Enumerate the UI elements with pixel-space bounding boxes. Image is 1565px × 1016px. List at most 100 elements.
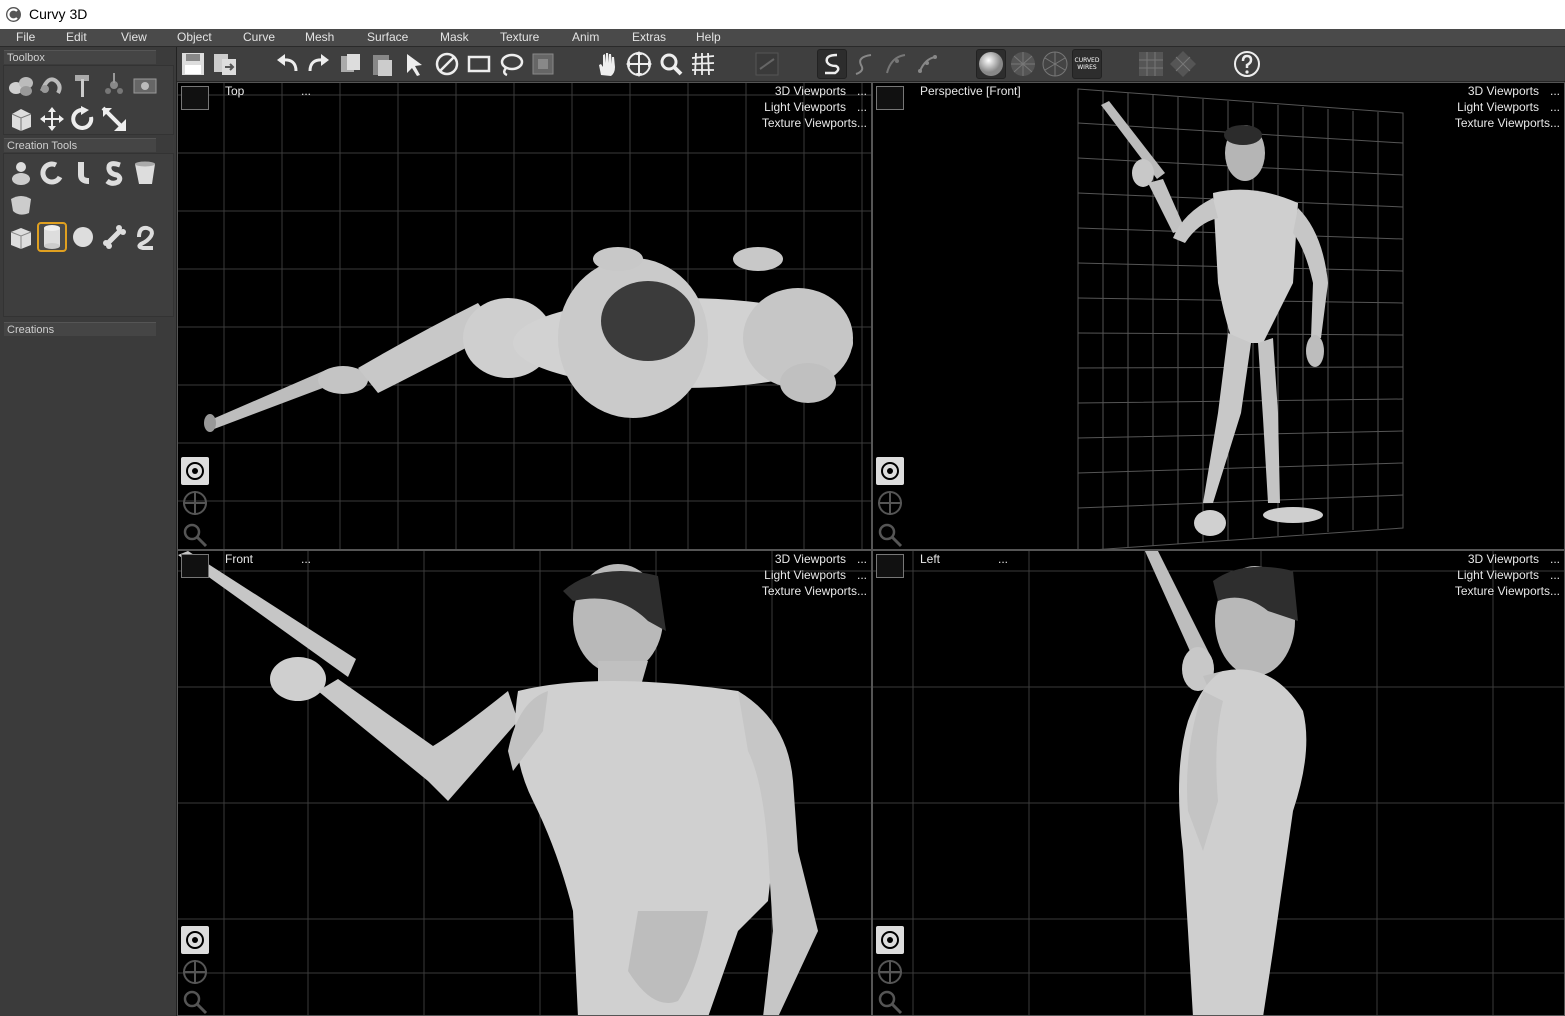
- blobs-tool-icon[interactable]: [6, 70, 36, 100]
- shaded-mode-icon[interactable]: [976, 49, 1006, 79]
- menu-mask[interactable]: Mask: [440, 30, 469, 44]
- viewport-menu-button[interactable]: [181, 86, 209, 110]
- redo-icon[interactable]: [304, 49, 334, 79]
- viewport-left-options[interactable]: ...: [998, 552, 1008, 566]
- viewport-left-3d-menu[interactable]: 3D Viewports: [1468, 552, 1539, 566]
- viewport-left-texture-menu[interactable]: Texture Viewports...: [1455, 584, 1560, 598]
- zoom-icon[interactable]: [656, 49, 686, 79]
- grid-icon[interactable]: [688, 49, 718, 79]
- scale-tool-icon[interactable]: [99, 104, 129, 134]
- pan-hand-icon[interactable]: [592, 49, 622, 79]
- curved-wires-button[interactable]: CURVED WIRES: [1072, 49, 1102, 79]
- menu-texture[interactable]: Texture: [500, 30, 539, 44]
- zoom-nav-icon[interactable]: [180, 987, 210, 1015]
- curl-tool-icon[interactable]: [37, 158, 67, 188]
- viewport-front-3d-menu[interactable]: 3D Viewports: [775, 552, 846, 566]
- viewport-top[interactable]: Top ... 3D Viewports ... Light Viewports…: [177, 82, 872, 550]
- lasso-select-icon[interactable]: [496, 49, 526, 79]
- orbit-nav-icon[interactable]: [875, 488, 905, 518]
- zoom-nav-icon[interactable]: [875, 520, 905, 549]
- paste-icon[interactable]: [368, 49, 398, 79]
- menu-edit[interactable]: Edit: [66, 30, 87, 44]
- symmetry-grid-icon[interactable]: [1168, 49, 1198, 79]
- viewport-left[interactable]: Left ... 3D Viewports ... Light Viewport…: [872, 550, 1565, 1016]
- viewport-perspective[interactable]: Perspective [Front] 3D Viewports ... Lig…: [872, 82, 1565, 550]
- zoom-nav-icon[interactable]: [180, 520, 210, 549]
- sphere-primitive-icon[interactable]: [68, 222, 98, 252]
- menu-view[interactable]: View: [121, 30, 147, 44]
- orbit-nav-icon[interactable]: [180, 488, 210, 518]
- viewport-front[interactable]: Front ... 3D Viewports ... Light Viewpor…: [177, 550, 872, 1016]
- focus-icon[interactable]: [180, 925, 210, 955]
- menu-file[interactable]: File: [16, 30, 35, 44]
- viewport-top-3d-dots[interactable]: ...: [857, 84, 867, 98]
- select-arrow-icon[interactable]: [400, 49, 430, 79]
- bone-primitive-icon[interactable]: [99, 222, 129, 252]
- curve-draw-icon[interactable]: [849, 49, 879, 79]
- help-icon[interactable]: [1232, 49, 1262, 79]
- viewport-menu-button[interactable]: [181, 554, 209, 578]
- curve-points-icon[interactable]: [913, 49, 943, 79]
- cube-primitive-icon[interactable]: [6, 222, 36, 252]
- menu-help[interactable]: Help: [696, 30, 721, 44]
- wireframe-icon[interactable]: [1040, 49, 1070, 79]
- viewport-left-3d-dots[interactable]: ...: [1550, 552, 1560, 566]
- deselect-icon[interactable]: [432, 49, 462, 79]
- rect-select-icon[interactable]: [464, 49, 494, 79]
- cube-select-tool-icon[interactable]: [6, 104, 36, 134]
- orbit-icon[interactable]: [624, 49, 654, 79]
- lathe-tool-icon[interactable]: [6, 158, 36, 188]
- viewport-top-texture-menu[interactable]: Texture Viewports...: [762, 116, 867, 130]
- zoom-nav-icon[interactable]: [875, 987, 905, 1015]
- sheet-tool-icon[interactable]: [6, 190, 36, 220]
- wireframe-shaded-icon[interactable]: [1008, 49, 1038, 79]
- menu-extras[interactable]: Extras: [632, 30, 666, 44]
- bend-tool-icon[interactable]: [68, 158, 98, 188]
- viewport-perspective-light-menu[interactable]: Light Viewports: [1457, 100, 1539, 114]
- viewport-top-options[interactable]: ...: [301, 84, 311, 98]
- menu-mesh[interactable]: Mesh: [305, 30, 334, 44]
- viewport-left-light-dots[interactable]: ...: [1550, 568, 1560, 582]
- focus-icon[interactable]: [875, 925, 905, 955]
- rotate-tool-icon[interactable]: [68, 104, 98, 134]
- menu-anim[interactable]: Anim: [572, 30, 599, 44]
- s-curve-tool-icon[interactable]: [99, 158, 129, 188]
- viewport-front-3d-dots[interactable]: ...: [857, 552, 867, 566]
- mask-select-icon[interactable]: [528, 49, 558, 79]
- curve-edit-icon[interactable]: [881, 49, 911, 79]
- viewport-top-light-menu[interactable]: Light Viewports: [764, 100, 846, 114]
- menu-object[interactable]: Object: [177, 30, 212, 44]
- focus-icon[interactable]: [180, 456, 210, 486]
- viewport-front-options[interactable]: ...: [301, 552, 311, 566]
- snap-disabled-icon[interactable]: [752, 49, 782, 79]
- viewport-menu-button[interactable]: [876, 554, 904, 578]
- viewport-perspective-light-dots[interactable]: ...: [1550, 100, 1560, 114]
- menu-surface[interactable]: Surface: [367, 30, 408, 44]
- image-tool-icon[interactable]: [130, 70, 160, 100]
- viewport-top-3d-menu[interactable]: 3D Viewports: [775, 84, 846, 98]
- extrude-tool-icon[interactable]: [130, 158, 160, 188]
- viewport-front-texture-menu[interactable]: Texture Viewports...: [762, 584, 867, 598]
- cylinder-primitive-icon[interactable]: [37, 222, 67, 252]
- undo-icon[interactable]: [272, 49, 302, 79]
- viewport-perspective-3d-dots[interactable]: ...: [1550, 84, 1560, 98]
- focus-icon[interactable]: [875, 456, 905, 486]
- chisel-tool-icon[interactable]: [99, 70, 129, 100]
- orbit-nav-icon[interactable]: [180, 957, 210, 987]
- curve-tool-icon[interactable]: [817, 49, 847, 79]
- move-tool-icon[interactable]: [37, 104, 67, 134]
- menu-curve[interactable]: Curve: [243, 30, 275, 44]
- creations-list[interactable]: [3, 337, 174, 1012]
- hammer-tool-icon[interactable]: [68, 70, 98, 100]
- save-icon[interactable]: [178, 49, 208, 79]
- viewport-menu-button[interactable]: [876, 86, 904, 110]
- viewport-front-light-menu[interactable]: Light Viewports: [764, 568, 846, 582]
- viewport-perspective-texture-menu[interactable]: Texture Viewports...: [1455, 116, 1560, 130]
- viewport-perspective-3d-menu[interactable]: 3D Viewports: [1468, 84, 1539, 98]
- tube-primitive-icon[interactable]: [130, 222, 160, 252]
- floor-grid-icon[interactable]: [1136, 49, 1166, 79]
- copy-icon[interactable]: [336, 49, 366, 79]
- viewport-top-light-dots[interactable]: ...: [857, 100, 867, 114]
- orbit-nav-icon[interactable]: [875, 957, 905, 987]
- twist-tool-icon[interactable]: [37, 70, 67, 100]
